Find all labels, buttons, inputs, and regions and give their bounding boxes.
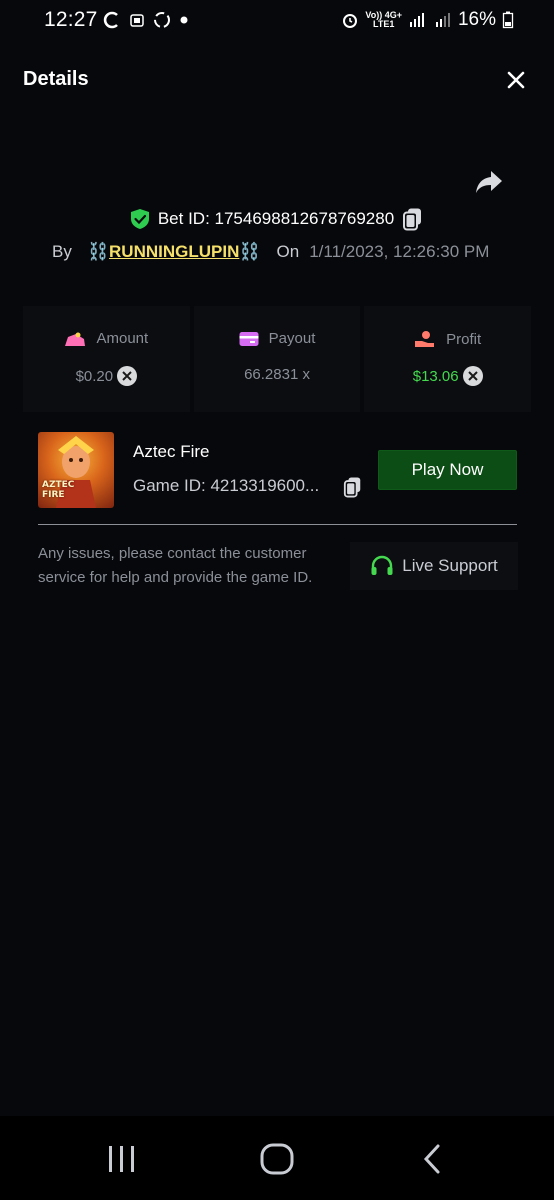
chain-decoration-left: ⛓️ xyxy=(87,242,110,261)
bet-id: Bet ID: 1754698812678769280 xyxy=(157,209,395,228)
game-name: Aztec Fire xyxy=(133,442,210,461)
amount-value-row: $0.20 xyxy=(23,366,190,386)
profit-label: Profit xyxy=(446,330,482,348)
support-message: Any issues, please contact the customer … xyxy=(38,545,313,586)
battery-percent: 16% xyxy=(457,9,496,30)
stat-amount: Amount $0.20 xyxy=(23,306,190,412)
share-icon[interactable] xyxy=(474,168,504,196)
status-time: 12:27 xyxy=(44,8,98,31)
profit-value-row: $13.06 xyxy=(364,366,531,386)
amount-label: Amount xyxy=(96,330,149,347)
amount-value: $0.20 xyxy=(75,367,114,385)
currency-coin-icon xyxy=(117,366,138,386)
stat-payout: Payout 66.2831 x xyxy=(193,306,361,412)
stat-profit: Profit $13.06 xyxy=(364,306,532,412)
bet-stats: Amount $0.20 Payout 66.2831 x Profit $13… xyxy=(23,306,532,412)
payout-value: 66.2831 x xyxy=(244,366,310,383)
app-notification-icon xyxy=(130,14,144,27)
game-thumbnail-text: AZTEC FIRE xyxy=(42,480,75,500)
page-title: Details xyxy=(23,68,89,90)
play-now-button[interactable]: Play Now xyxy=(378,450,517,490)
stat-amount-header: Amount xyxy=(23,330,190,347)
stat-profit-header: Profit xyxy=(364,330,531,348)
status-bar: 12:27 Vo)) 4G+ LTE1 16% xyxy=(0,0,554,44)
on-label: On xyxy=(276,242,300,261)
network-indicator: Vo)) 4G+ LTE1 xyxy=(365,11,402,29)
sync-icon xyxy=(103,11,118,29)
payout-value-row: 66.2831 x xyxy=(194,366,361,383)
recycle-icon xyxy=(154,12,170,28)
copy-game-id-icon[interactable] xyxy=(343,476,363,498)
divider xyxy=(38,524,517,525)
chain-decoration-right: ⛓️ xyxy=(239,242,261,261)
signal-icon-2 xyxy=(435,13,450,27)
recent-apps-icon[interactable] xyxy=(106,1144,138,1174)
card-icon xyxy=(239,331,259,346)
status-notification-icons xyxy=(102,10,188,30)
currency-coin-icon xyxy=(462,366,483,386)
username-link[interactable]: RUNNINGLUPIN xyxy=(109,242,239,262)
copy-icon[interactable] xyxy=(402,207,424,231)
close-icon[interactable] xyxy=(504,68,528,92)
verified-shield-icon xyxy=(130,209,149,229)
live-support-label: Live Support xyxy=(402,556,498,575)
game-thumbnail[interactable]: AZTEC FIRE xyxy=(38,432,114,508)
android-nav-bar xyxy=(0,1116,554,1200)
home-icon[interactable] xyxy=(259,1142,295,1176)
stat-payout-header: Payout xyxy=(194,330,361,347)
profit-hand-icon xyxy=(415,331,435,347)
payout-label: Payout xyxy=(268,330,316,347)
alarm-icon xyxy=(343,14,358,28)
by-label: By xyxy=(52,242,72,261)
game-id: Game ID: 4213319600... xyxy=(133,476,320,495)
network-bottom-text: LTE1 xyxy=(373,19,395,29)
battery-icon xyxy=(502,11,514,29)
live-support-button[interactable]: Live Support xyxy=(350,542,518,590)
headset-icon xyxy=(371,555,393,575)
dot-icon xyxy=(180,16,188,24)
status-system-icons: Vo)) 4G+ LTE1 16% xyxy=(341,9,514,31)
bet-date: 1/11/2023, 12:26:30 PM xyxy=(309,242,490,261)
amount-icon xyxy=(65,332,86,346)
back-icon[interactable] xyxy=(420,1142,444,1176)
signal-icon xyxy=(409,13,424,27)
bet-id-row: Bet ID: 1754698812678769280 xyxy=(0,207,554,231)
profit-value: $13.06 xyxy=(412,367,459,385)
bet-owner-row: By ⛓️ RUNNINGLUPIN ⛓️ On 1/11/2023, 12:2… xyxy=(52,242,489,262)
